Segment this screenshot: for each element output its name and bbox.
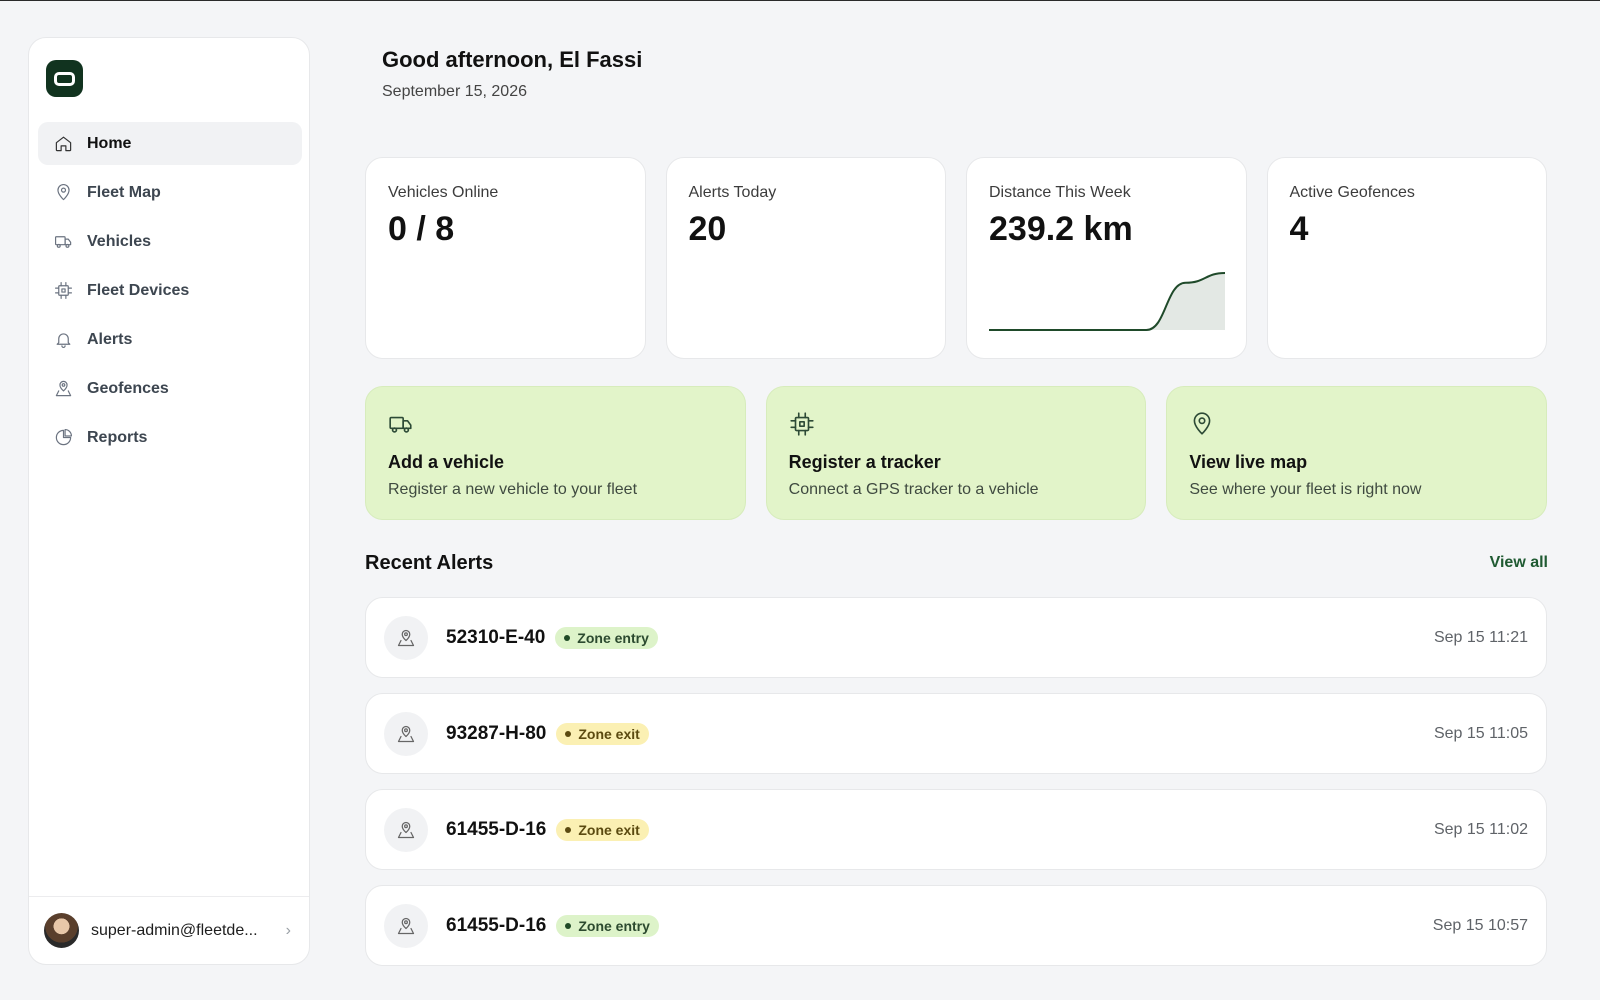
- sidebar-item-label: Fleet Map: [87, 183, 161, 201]
- map-pin-icon: [1189, 412, 1215, 441]
- geofence-icon: [384, 615, 428, 660]
- badge-label: Zone exit: [578, 725, 640, 742]
- status-badge: Zone exit: [556, 818, 649, 841]
- alert-timestamp: Sep 15 11:21: [1433, 628, 1528, 646]
- recent-alerts-list: 52310-E-40 Zone entry Sep 15 11:21 93287…: [365, 597, 1547, 981]
- stat-value: 0 / 8: [388, 210, 455, 248]
- user-menu[interactable]: super-admin@fleetde... ›: [29, 896, 309, 964]
- stat-label: Active Geofences: [1289, 184, 1415, 201]
- status-badge: Zone entry: [555, 626, 658, 649]
- truck-icon: [54, 232, 73, 251]
- sparkline-area: [989, 272, 1225, 330]
- geofence-icon: [384, 807, 428, 852]
- alert-row[interactable]: 52310-E-40 Zone entry Sep 15 11:21: [365, 597, 1547, 678]
- distance-sparkline: [989, 271, 1225, 331]
- avatar: [44, 913, 79, 948]
- stats-row: Vehicles Online 0 / 8 Alerts Today 20 Di…: [365, 157, 1547, 359]
- status-dot: [565, 826, 572, 833]
- action-title: View live map: [1189, 452, 1308, 472]
- sidebar-nav: Home Fleet Map Vehicles Fleet Devices Al…: [38, 122, 302, 465]
- alert-timestamp: Sep 15 11:02: [1433, 820, 1528, 838]
- page-title: Good afternoon, El Fassi: [382, 47, 643, 72]
- status-dot: [565, 730, 572, 737]
- geofence-icon: [384, 711, 428, 756]
- alert-row[interactable]: 61455-D-16 Zone entry Sep 15 10:57: [365, 885, 1547, 966]
- chip-icon: [789, 412, 815, 441]
- alert-row[interactable]: 61455-D-16 Zone exit Sep 15 11:02: [365, 789, 1547, 870]
- stat-card-vehicles-online[interactable]: Vehicles Online 0 / 8: [365, 157, 646, 359]
- app-logo-icon[interactable]: [46, 60, 83, 97]
- stat-label: Vehicles Online: [388, 184, 499, 201]
- status-badge: Zone exit: [556, 722, 649, 745]
- sidebar-item-home[interactable]: Home: [38, 122, 302, 165]
- action-description: See where your fleet is right now: [1189, 481, 1422, 498]
- user-email: super-admin@fleetde...: [91, 921, 258, 939]
- stat-label: Distance This Week: [989, 184, 1131, 201]
- map-pin-icon: [54, 183, 73, 202]
- geofence-icon: [384, 903, 428, 948]
- stat-label: Alerts Today: [688, 184, 777, 201]
- sidebar-item-label: Alerts: [87, 330, 133, 348]
- action-description: Connect a GPS tracker to a vehicle: [788, 481, 1039, 498]
- chip-icon: [54, 281, 73, 300]
- stat-value: 239.2 km: [989, 210, 1133, 248]
- alert-timestamp: Sep 15 11:05: [1433, 724, 1528, 742]
- vehicle-plate: 61455-D-16: [446, 914, 547, 936]
- alert-row[interactable]: 93287-H-80 Zone exit Sep 15 11:05: [365, 693, 1547, 774]
- bell-icon: [54, 330, 73, 349]
- geofence-icon: [54, 379, 73, 398]
- action-title: Add a vehicle: [388, 452, 505, 472]
- sidebar-item-alerts[interactable]: Alerts: [38, 318, 302, 361]
- pie-chart-icon: [54, 428, 73, 447]
- vehicle-plate: 61455-D-16: [446, 818, 547, 840]
- view-live-map-card[interactable]: View live map See where your fleet is ri…: [1166, 386, 1548, 520]
- sidebar-item-label: Home: [87, 134, 132, 152]
- register-tracker-card[interactable]: Register a tracker Connect a GPS tracker…: [765, 386, 1147, 520]
- status-badge: Zone entry: [556, 914, 659, 937]
- vehicle-plate: 93287-H-80: [446, 722, 547, 744]
- vehicle-plate: 52310-E-40: [446, 626, 546, 648]
- sidebar: Home Fleet Map Vehicles Fleet Devices Al…: [28, 37, 310, 965]
- stat-value: 20: [688, 210, 727, 248]
- action-description: Register a new vehicle to your fleet: [388, 481, 638, 498]
- alert-timestamp: Sep 15 10:57: [1432, 916, 1528, 934]
- sidebar-item-vehicles[interactable]: Vehicles: [38, 220, 302, 263]
- stat-card-distance-this-week[interactable]: Distance This Week 239.2 km: [966, 157, 1247, 359]
- sidebar-item-label: Vehicles: [87, 232, 152, 250]
- sidebar-item-label: Reports: [87, 428, 148, 446]
- add-vehicle-card[interactable]: Add a vehicle Register a new vehicle to …: [365, 386, 746, 520]
- truck-icon: [388, 416, 414, 441]
- stat-value: 4: [1289, 210, 1309, 248]
- sidebar-item-fleet-devices[interactable]: Fleet Devices: [38, 269, 302, 312]
- status-dot: [564, 634, 571, 641]
- recent-alerts-title: Recent Alerts: [365, 552, 494, 574]
- badge-label: Zone exit: [578, 821, 640, 838]
- action-title: Register a tracker: [788, 452, 941, 472]
- home-icon: [54, 134, 73, 153]
- current-date: September 15, 2026: [382, 83, 527, 100]
- chevron-right-icon: ›: [285, 921, 291, 939]
- sidebar-item-fleet-map[interactable]: Fleet Map: [38, 171, 302, 214]
- sidebar-item-label: Geofences: [87, 379, 169, 397]
- stat-card-active-geofences[interactable]: Active Geofences 4: [1266, 157, 1547, 359]
- badge-label: Zone entry: [578, 917, 650, 934]
- sidebar-item-label: Fleet Devices: [87, 281, 190, 299]
- sidebar-item-reports[interactable]: Reports: [38, 416, 302, 459]
- view-all-link[interactable]: View all: [1490, 554, 1548, 572]
- quick-actions: Add a vehicle Register a new vehicle to …: [365, 386, 1548, 520]
- badge-label: Zone entry: [577, 629, 649, 646]
- status-dot: [565, 922, 572, 929]
- stat-card-alerts-today[interactable]: Alerts Today 20: [665, 157, 946, 359]
- sidebar-item-geofences[interactable]: Geofences: [38, 367, 302, 410]
